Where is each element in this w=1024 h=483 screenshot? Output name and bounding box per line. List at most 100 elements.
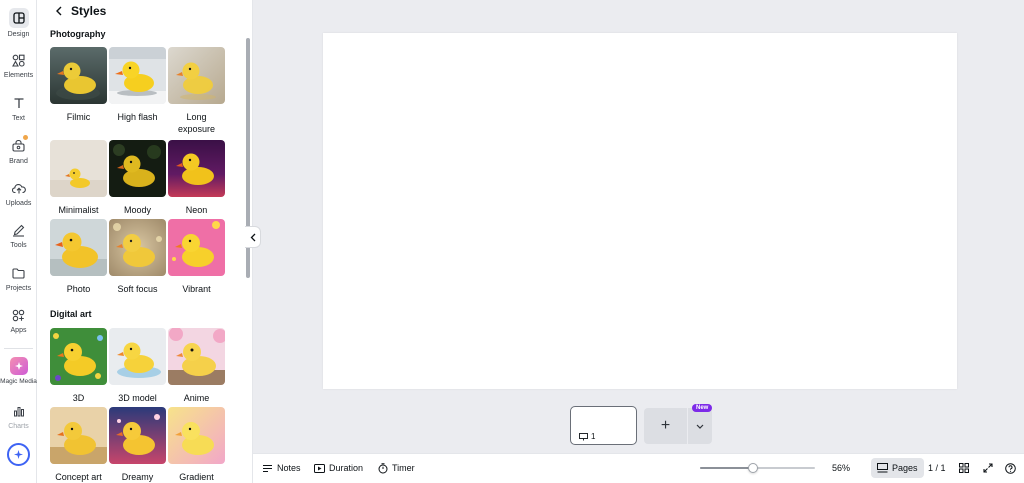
zoom-value: 56%: [832, 463, 851, 473]
magic-assistant-button[interactable]: [7, 443, 30, 466]
rail-item-design[interactable]: Design: [0, 6, 37, 46]
rail-item-tools[interactable]: Tools: [0, 219, 37, 259]
rail-label: Apps: [10, 327, 27, 334]
styles-panel: Styles Photography Filmic High flash Lon…: [37, 0, 253, 483]
style-label: Anime: [183, 393, 210, 403]
bottom-toolbar: Notes Duration Timer 56% Pages 1 / 1: [253, 453, 1024, 483]
rail-item-magic-media[interactable]: Magic Media: [0, 357, 37, 397]
rail-item-elements[interactable]: Elements: [0, 49, 37, 89]
timer-label: Timer: [392, 463, 415, 473]
style-long-exposure[interactable]: Long exposure: [168, 47, 225, 135]
timer-button[interactable]: Timer: [378, 454, 415, 482]
pages-button[interactable]: Pages: [871, 458, 924, 478]
expand-icon: [983, 463, 993, 473]
style-thumbnail: [109, 407, 166, 464]
page-thumbnail[interactable]: 1: [570, 406, 637, 445]
style-minimalist[interactable]: Minimalist: [50, 140, 107, 216]
presentation-icon: [579, 432, 588, 440]
rail-label: Magic Media: [0, 378, 37, 385]
style-thumbnail: [109, 47, 166, 104]
style-thumbnail: [50, 47, 107, 104]
style-moody[interactable]: Moody: [109, 140, 166, 216]
style-vibrant[interactable]: Vibrant: [168, 219, 225, 295]
rail-label: Projects: [5, 285, 32, 292]
rail-item-text[interactable]: Text: [0, 92, 37, 132]
section-title-photography: Photography: [50, 29, 106, 39]
help-button[interactable]: [1005, 454, 1016, 482]
zoom-slider[interactable]: [700, 463, 815, 473]
style-thumbnail: [168, 47, 225, 104]
style-label: Vibrant: [182, 284, 211, 294]
style-label: Filmic: [66, 112, 91, 122]
style-label: Concept art: [55, 472, 102, 482]
style-label: Dreamy: [121, 472, 154, 482]
style-photo[interactable]: Photo: [50, 219, 107, 295]
style-label: Minimalist: [58, 205, 99, 215]
design-canvas[interactable]: [323, 33, 957, 389]
rail-label: Design: [7, 31, 30, 38]
fullscreen-button[interactable]: [983, 454, 993, 482]
add-page-button[interactable]: +: [644, 408, 687, 444]
style-label: Photo: [66, 284, 91, 294]
style-label: Gradient: [179, 472, 214, 482]
rail-label: Charts: [8, 423, 29, 430]
style-gradient[interactable]: Gradient: [168, 407, 225, 483]
add-page-options-button[interactable]: [688, 408, 712, 444]
grid-view-button[interactable]: [959, 454, 969, 482]
uploads-icon: [10, 179, 28, 197]
style-thumbnail: [109, 140, 166, 197]
style-thumbnail: [168, 140, 225, 197]
style-label: Soft focus: [117, 284, 158, 294]
rail-label: Tools: [10, 242, 27, 249]
text-icon: [10, 94, 28, 112]
left-rail: Design Elements Text Brand Uploads Tools: [0, 0, 37, 483]
duration-button[interactable]: Duration: [314, 454, 363, 482]
style-concept-art[interactable]: Concept art: [50, 407, 107, 483]
notes-button[interactable]: Notes: [262, 454, 301, 482]
new-badge: New: [692, 404, 713, 412]
rail-item-uploads[interactable]: Uploads: [0, 177, 37, 217]
style-label: Long exposure: [177, 112, 216, 134]
style-thumbnail: [109, 328, 166, 385]
tools-icon: [10, 221, 28, 239]
back-button[interactable]: [52, 4, 66, 18]
style-3d[interactable]: 3D: [50, 328, 107, 404]
magic-media-icon: [9, 357, 28, 375]
style-3d-model[interactable]: 3D model: [109, 328, 166, 404]
page-counter[interactable]: 1 / 1: [928, 454, 946, 482]
style-neon[interactable]: Neon: [168, 140, 225, 216]
page-counter-text: 1 / 1: [928, 463, 946, 473]
rail-item-projects[interactable]: Projects: [0, 262, 37, 302]
style-thumbnail: [50, 407, 107, 464]
rail-label: Elements: [3, 72, 34, 79]
design-icon: [8, 8, 29, 28]
notes-label: Notes: [277, 463, 301, 473]
chevron-left-icon: [250, 233, 255, 241]
sparkle-icon: [14, 450, 23, 459]
rail-label: Brand: [9, 158, 28, 165]
collapse-panel-button[interactable]: [245, 226, 261, 248]
elements-icon: [10, 51, 28, 69]
section-title-digital-art: Digital art: [50, 309, 92, 319]
rail-label: Text: [12, 115, 25, 122]
style-label: Moody: [123, 205, 151, 215]
rail-label: Uploads: [5, 200, 32, 207]
style-filmic[interactable]: Filmic: [50, 47, 107, 123]
rail-item-charts[interactable]: Charts: [0, 400, 37, 440]
style-thumbnail: [50, 219, 107, 276]
chevron-down-icon: [696, 424, 704, 429]
page-number-text: 1: [591, 432, 596, 441]
rail-item-apps[interactable]: Apps: [0, 304, 37, 344]
style-high-flash[interactable]: High flash: [109, 47, 166, 123]
zoom-value-button[interactable]: 56%: [832, 454, 850, 482]
style-anime[interactable]: Anime: [168, 328, 225, 404]
style-soft-focus[interactable]: Soft focus: [109, 219, 166, 295]
style-dreamy[interactable]: Dreamy: [109, 407, 166, 483]
brand-icon: [10, 135, 28, 155]
duration-label: Duration: [329, 463, 364, 473]
rail-item-brand[interactable]: Brand: [0, 135, 37, 175]
zoom-slider-handle[interactable]: [747, 463, 758, 473]
style-thumbnail: [168, 328, 225, 385]
style-label: 3D model: [118, 393, 157, 403]
grid-icon: [959, 463, 969, 473]
